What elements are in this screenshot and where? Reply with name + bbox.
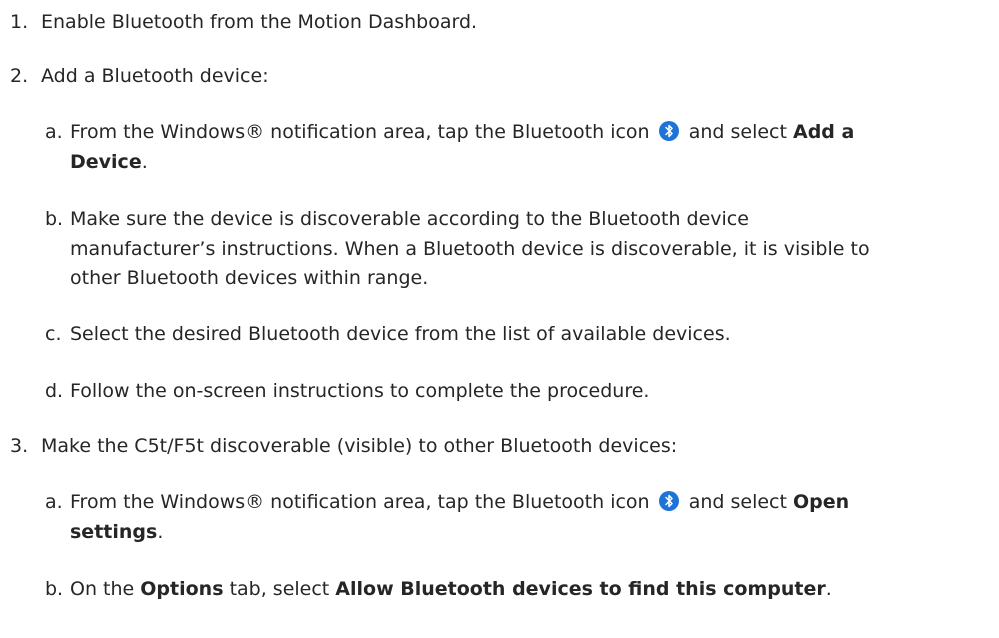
bluetooth-icon xyxy=(658,491,679,511)
substep-text: From the Windows® notification area, tap… xyxy=(70,118,854,147)
substep-letter: a. xyxy=(45,121,63,143)
bluetooth-icon xyxy=(658,121,679,141)
substep-text: Make sure the device is discoverable acc… xyxy=(70,208,749,230)
substep-bold-text: Options xyxy=(140,578,224,600)
substep-text-pre: From the Windows® notification area, tap… xyxy=(70,121,650,143)
substep-text: From the Windows® notification area, tap… xyxy=(70,488,849,517)
substep-text: Follow the on-screen instructions to com… xyxy=(70,380,650,402)
step-text: Add a Bluetooth device: xyxy=(41,65,269,87)
substep-text-continuation: other Bluetooth devices within range. xyxy=(70,267,429,289)
substep-bold-text: Device xyxy=(70,151,142,173)
step-text: Enable Bluetooth from the Motion Dashboa… xyxy=(41,11,478,33)
step-number: 1. xyxy=(10,11,29,33)
substep-text-pre: On the xyxy=(70,578,135,600)
substep-letter: c. xyxy=(45,323,62,345)
substep-bold-text: Add a xyxy=(793,121,855,143)
substep-letter: b. xyxy=(45,578,64,600)
substep-text-mid: and select xyxy=(688,491,787,513)
substep-text-continuation: settings. xyxy=(70,521,164,543)
substep-text: Select the desired Bluetooth device from… xyxy=(70,323,731,345)
substep-text-pre: From the Windows® notification area, tap… xyxy=(70,491,650,513)
substep-text-continuation: Device. xyxy=(70,151,148,173)
step-number: 3. xyxy=(10,435,29,457)
substep-bold-text: settings xyxy=(70,521,158,543)
step-text: Make the C5t/F5t discoverable (visible) … xyxy=(41,435,678,457)
substep-text: On the Options tab, select Allow Bluetoo… xyxy=(70,578,832,600)
substep-letter: a. xyxy=(45,491,63,513)
substep-text-mid: tab, select xyxy=(229,578,330,600)
step-number: 2. xyxy=(10,65,29,87)
document-page: 1. Enable Bluetooth from the Motion Dash… xyxy=(0,0,999,638)
substep-text-mid: and select xyxy=(688,121,787,143)
substep-letter: b. xyxy=(45,208,64,230)
substep-letter: d. xyxy=(45,380,64,402)
substep-bold-text: Allow Bluetooth devices to find this com… xyxy=(335,578,826,600)
substep-bold-text: Open xyxy=(793,491,850,513)
substep-text-continuation: manufacturer’s instructions. When a Blue… xyxy=(70,238,870,260)
